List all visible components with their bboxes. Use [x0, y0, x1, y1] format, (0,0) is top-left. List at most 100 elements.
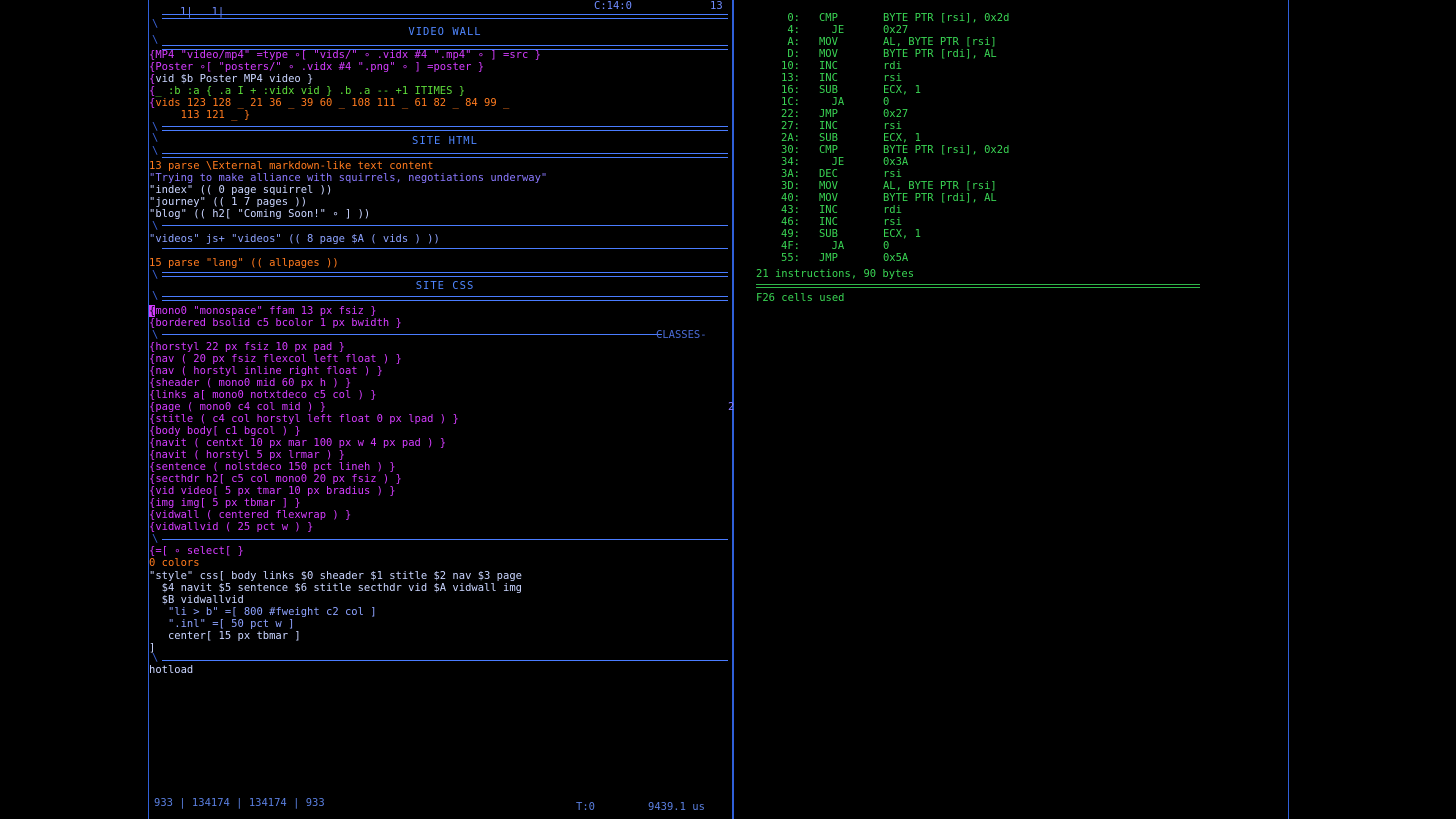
asm-mnemonic: MOV: [818, 36, 838, 48]
asm-row: 34: JE 0x3A: [756, 156, 908, 168]
code-line[interactable]: {navit ( centxt 10 px mar 100 px w 4 px …: [149, 437, 446, 449]
asm-row: 3A: DEC rsi: [756, 168, 902, 180]
code-line[interactable]: {secthdr h2[ c5 col mono0 20 px fsiz ) }: [149, 473, 402, 485]
code-line[interactable]: {body body[ c1 bgcol ) }: [149, 425, 301, 437]
code-line[interactable]: {nav ( 20 px fsiz flexcol left float ) }: [149, 353, 402, 365]
asm-address: 10:: [781, 60, 800, 72]
asm-mnemonic: INC: [818, 216, 838, 228]
asm-address: 4F:: [781, 240, 800, 252]
code-line[interactable]: 113 121 _ }: [149, 109, 251, 121]
section-title-video-wall: VIDEO WALL: [408, 26, 482, 38]
classes-label: CLASSES-: [656, 329, 707, 341]
code-line[interactable]: center[ 15 px tbmar ]: [149, 630, 301, 642]
code-line[interactable]: {vidwallvid ( 25 pct w ) }: [149, 521, 313, 533]
code-line[interactable]: ".inl" =[ 50 pct w ]: [149, 618, 294, 630]
asm-operand: ECX, 1: [882, 132, 921, 144]
code-line[interactable]: "journey" (( 1 7 pages )): [149, 196, 307, 208]
code-line[interactable]: 13 parse \External markdown-like text co…: [149, 160, 433, 172]
code-line[interactable]: {MP4 "video/mp4" =type ∘[ "vids/" ∘ .vid…: [149, 49, 541, 61]
asm-row: 49: SUB ECX, 1: [756, 228, 921, 240]
section-divider: [162, 225, 728, 226]
asm-address: A:: [787, 36, 800, 48]
asm-operand: ECX, 1: [882, 84, 921, 96]
asm-row: D: MOV BYTE PTR [rdi], AL: [756, 48, 997, 60]
section-divider: [162, 14, 728, 19]
asm-mnemonic: MOV: [818, 180, 838, 192]
section-marker: \: [152, 34, 159, 46]
code-line[interactable]: {vidwall ( centered flexwrap ) }: [149, 509, 351, 521]
code-line[interactable]: {=[ ∘ select[ }: [149, 545, 244, 557]
code-line[interactable]: "li > b" =[ 800 #fweight c2 col ]: [149, 606, 377, 618]
code-line[interactable]: {sentence ( nolstdeco 150 pct lineh ) }: [149, 461, 396, 473]
asm-operand: AL, BYTE PTR [rsi]: [882, 180, 997, 192]
section-marker: \: [152, 533, 159, 545]
code-line[interactable]: {links a[ mono0 notxtdeco c5 col ) }: [149, 389, 377, 401]
code-line[interactable]: {mono0 "monospace" ffam 13 px fsiz }: [149, 305, 377, 317]
code-line[interactable]: "style" css[ body links $0 sheader $1 st…: [149, 570, 522, 582]
code-line[interactable]: "Trying to make alliance with squirrels,…: [149, 172, 547, 184]
section-divider: [162, 126, 728, 131]
asm-mnemonic: JMP: [818, 108, 838, 120]
section-marker: \: [152, 18, 159, 30]
asm-address: 22:: [781, 108, 800, 120]
code-editor-pane[interactable]: 1| 1| C:14:0 13 \ VIDEO WALL \ {MP4 "vid…: [148, 0, 732, 819]
asm-mnemonic: JE: [818, 24, 845, 36]
asm-mnemonic: CMP: [818, 144, 838, 156]
code-line[interactable]: {Poster ∘[ "posters/" ∘ .vidx #4 ".png" …: [149, 61, 484, 73]
code-line[interactable]: {vid $b Poster MP4 video }: [149, 73, 313, 85]
asm-operand: 0x3A: [882, 156, 909, 168]
code-line[interactable]: 15 parse "lang" (( allpages )): [149, 257, 339, 269]
code-line[interactable]: {horstyl 22 px fsiz 10 px pad }: [149, 341, 345, 353]
code-line[interactable]: {bordered bsolid c5 bcolor 1 px bwidth }: [149, 317, 402, 329]
section-divider: [162, 660, 728, 661]
code-line[interactable]: $B vidwallvid: [149, 594, 244, 606]
asm-mnemonic: CMP: [818, 12, 838, 24]
asm-address: 30:: [781, 144, 800, 156]
asm-address: 16:: [781, 84, 800, 96]
asm-address: D:: [787, 48, 800, 60]
asm-operand: rdi: [882, 60, 902, 72]
code-line[interactable]: 0 colors: [149, 557, 200, 569]
code-line[interactable]: {page ( mono0 c4 col mid ) }: [149, 401, 326, 413]
asm-mnemonic: JA: [818, 240, 845, 252]
asm-address: 0:: [787, 12, 800, 24]
code-line[interactable]: {vid video[ 5 px tmar 10 px bradius ) }: [149, 485, 396, 497]
asm-operand: rsi: [882, 120, 902, 132]
code-line[interactable]: {nav ( horstyl inline right float ) }: [149, 365, 383, 377]
section-divider: [162, 334, 662, 335]
code-line[interactable]: $4 navit $5 sentence $6 stitle secthdr v…: [149, 582, 522, 594]
asm-mnemonic: SUB: [818, 132, 838, 144]
asm-mnemonic: INC: [818, 72, 838, 84]
section-divider: [162, 539, 728, 540]
asm-mnemonic: INC: [818, 204, 838, 216]
section-marker: \: [152, 329, 159, 341]
section-divider: [162, 296, 728, 301]
cells-used: F26 cells used: [756, 292, 845, 304]
asm-mnemonic: JA: [818, 96, 845, 108]
section-marker: \: [152, 652, 159, 664]
code-line[interactable]: "index" (( 0 page squirrel )): [149, 184, 332, 196]
code-line[interactable]: {_ :b :a { .a I + :vidx vid } .b .a -- +…: [149, 85, 465, 97]
asm-operand: BYTE PTR [rdi], AL: [882, 48, 997, 60]
section-marker: \: [152, 269, 159, 281]
code-line[interactable]: {img img[ 5 px tbmar ] }: [149, 497, 301, 509]
asm-address: 13:: [781, 72, 800, 84]
asm-row: 40: MOV BYTE PTR [rdi], AL: [756, 192, 997, 204]
hotload-command[interactable]: hotload: [149, 664, 193, 676]
right-frame-line: [1288, 0, 1289, 819]
split-marker: 2: [728, 401, 735, 413]
asm-mnemonic: INC: [818, 60, 838, 72]
asm-address: 43:: [781, 204, 800, 216]
code-line[interactable]: "blog" (( h2[ "Coming Soon!" ∘ ] )): [149, 208, 370, 220]
asm-operand: rsi: [882, 168, 902, 180]
code-line[interactable]: "videos" js+ "videos" (( 8 page $A ( vid…: [149, 233, 440, 245]
code-line[interactable]: {navit ( horstyl 5 px lrmar ) }: [149, 449, 345, 461]
code-line[interactable]: {stitle ( c4 col horstyl left float 0 px…: [149, 413, 459, 425]
code-line[interactable]: {vids 123 128 _ 21 36 _ 39 60 _ 108 111 …: [149, 97, 509, 109]
asm-row: 46: INC rsi: [756, 216, 902, 228]
asm-mnemonic: SUB: [818, 228, 838, 240]
section-divider: [162, 153, 728, 158]
asm-operand: 0x27: [882, 108, 909, 120]
code-line[interactable]: {sheader ( mono0 mid 60 px h ) }: [149, 377, 351, 389]
asm-mnemonic: MOV: [818, 48, 838, 60]
